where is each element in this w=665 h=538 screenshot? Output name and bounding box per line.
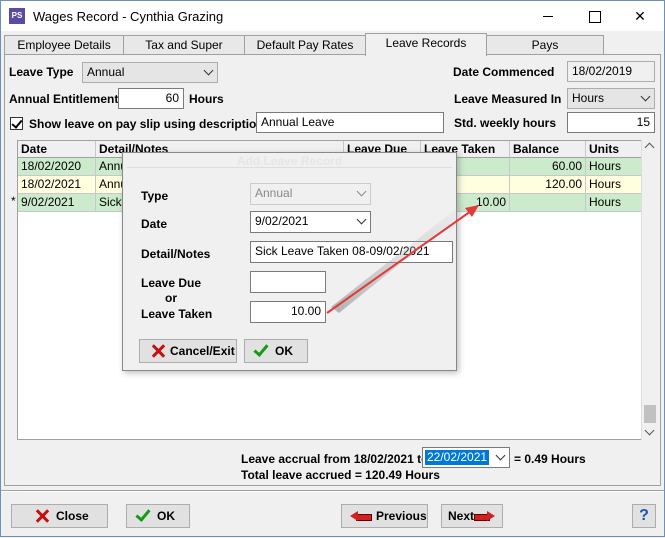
arrow-shadow-shape: [331, 197, 483, 313]
annotation-arrow-line: [326, 210, 472, 314]
wages-record-window: PS Wages Record - Cynthia Grazing ✕ Empl…: [0, 0, 665, 537]
annotation-arrow-overlay: [326, 197, 483, 314]
